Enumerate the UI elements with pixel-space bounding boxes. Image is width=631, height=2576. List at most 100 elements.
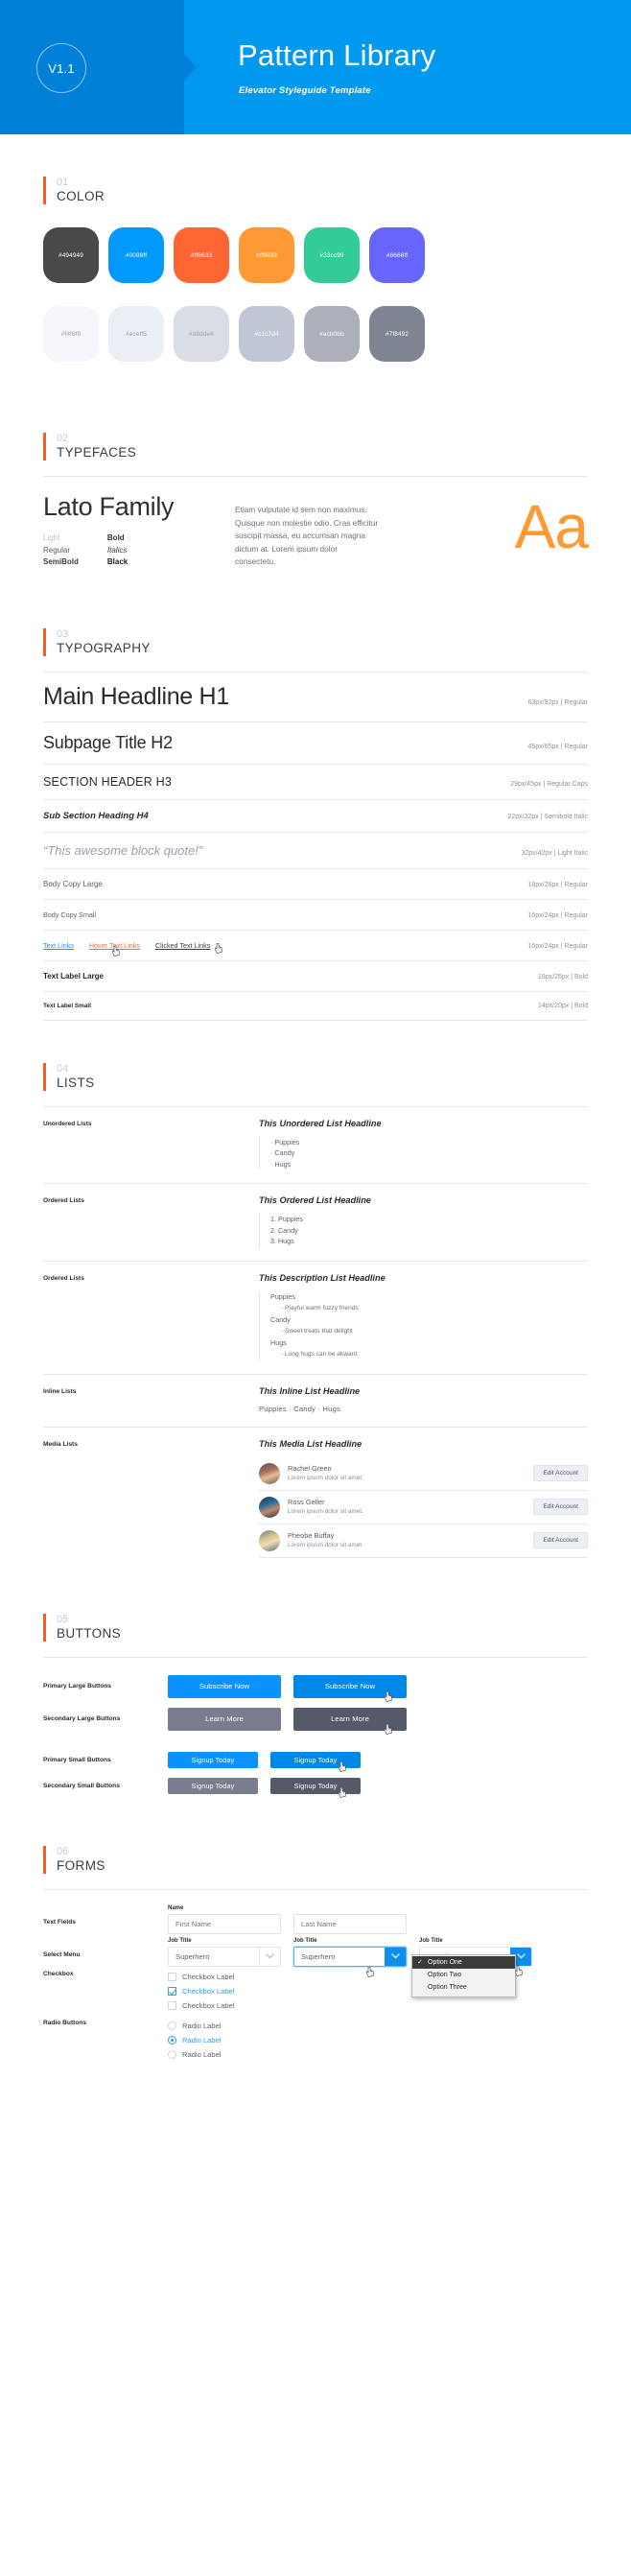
typography-sample: Body Copy Large (43, 879, 103, 888)
form-row-text-fields: Text Fields Name (43, 1888, 588, 1934)
section-typefaces: 02 TYPEFACES Lato Family Light Regular S… (43, 390, 589, 586)
dropdown-option-two[interactable]: Option Two (412, 1969, 515, 1981)
cursor-pointer-icon (384, 1723, 393, 1737)
list-row-label: Media Lists (43, 1440, 78, 1448)
list-item: 1. Puppies (270, 1215, 303, 1223)
form-row-select-menu: Select Menu Job Title Superhero Job Titl… (43, 1937, 588, 1997)
description-term: Puppies (270, 1291, 295, 1301)
dropdown-option-label: Option Two (428, 1971, 462, 1978)
list-row-body: This Ordered List Headline 1. Puppies 2.… (259, 1195, 588, 1247)
avatar (259, 1529, 280, 1551)
list-row-media: Media Lists This Media List Headline Rac… (43, 1426, 588, 1572)
radio-item[interactable]: Radio Label (168, 2035, 222, 2044)
avatar (259, 1496, 280, 1518)
button-secondary-hover[interactable]: Learn More (293, 1707, 407, 1735)
color-swatch: #acb0bb (304, 306, 360, 362)
cursor-pointer-icon (338, 1786, 347, 1800)
button-primary-default[interactable]: Signup Today (168, 1751, 258, 1768)
section-heading-color: 01 COLOR (43, 177, 588, 204)
button-primary-hover[interactable]: Signup Today (270, 1751, 361, 1772)
edit-account-button[interactable]: Edit Account (533, 1465, 588, 1481)
avatar (259, 1462, 280, 1484)
form-row-label: Text Fields (43, 1918, 76, 1926)
color-swatch: #ff9933 (239, 227, 294, 283)
typography-sample: Sub Section Heading H4 (43, 810, 149, 821)
button-secondary-default[interactable]: Signup Today (168, 1777, 258, 1794)
button-secondary-hover[interactable]: Signup Today (270, 1777, 361, 1798)
button-sample-row: Primary Small Buttons Signup Today Signup … (43, 1751, 588, 1772)
first-name-input[interactable] (168, 1913, 281, 1934)
page-title: Pattern Library (238, 38, 436, 72)
checkbox-box[interactable] (168, 1986, 176, 1996)
color-swatch: #494949 (43, 227, 99, 283)
typography-sample: Text Label Small (43, 1002, 91, 1009)
radio-label: Radio Label (182, 2049, 222, 2059)
section-typography: 03 TYPOGRAPHY Main Headline H1 63px/92px … (43, 586, 588, 1021)
section-forms: 06 FORMS Text Fields Name Select Menu Jo… (43, 1804, 588, 2088)
radio-item[interactable]: Radio Label (168, 2049, 222, 2059)
button-row-label: Secondary Small Buttons (43, 1782, 120, 1789)
cursor-pointer-icon (384, 1690, 393, 1704)
button-label: Signup Today (293, 1781, 338, 1790)
edit-account-button[interactable]: Edit Account (533, 1532, 588, 1548)
list-headline: This Unordered List Headline (259, 1118, 382, 1128)
section-number: 06 (57, 1845, 69, 1857)
color-hex-label: #c1c7d4 (254, 330, 279, 338)
radio-item[interactable]: Radio Label (168, 2021, 222, 2030)
radio-box[interactable] (168, 2035, 176, 2044)
radio-label: Radio Label (182, 2021, 222, 2030)
checkbox-box[interactable] (168, 2000, 176, 2010)
weight-regular: Regular (43, 545, 71, 555)
media-item-name: Ross Geller (288, 1498, 325, 1506)
select-menu-default[interactable]: Superhero (168, 1946, 281, 1967)
select-dropdown-options[interactable]: ✓ Option One Option Two Option Three (411, 1953, 516, 1997)
color-hex-label: #eceff5 (126, 330, 147, 338)
dropdown-option-one[interactable]: ✓ Option One (412, 1955, 515, 1969)
text-link-clicked[interactable]: Clicked Text Links (155, 941, 210, 950)
list-item: · Hugs (270, 1159, 292, 1169)
media-list-item: Ross Geller Lorem ipsum dolor sit amet. Ed… (259, 1491, 588, 1524)
checkbox-box[interactable] (168, 1972, 176, 1981)
select-open-group: Job Title Superhero ✓ Option One Option … (411, 1938, 532, 1997)
radio-box[interactable] (168, 2049, 176, 2059)
typography-spec: 63px/92px | Regular (527, 698, 588, 706)
list-item: · Candy (270, 1148, 295, 1157)
dropdown-option-three[interactable]: Option Three (412, 1981, 515, 1994)
last-name-input[interactable] (293, 1913, 407, 1934)
cursor-pointer-icon-4 (514, 1964, 524, 1976)
radio-box[interactable] (168, 2021, 176, 2030)
section-heading-forms: 06 FORMS (43, 1845, 588, 1874)
checkbox-item[interactable]: Checkbox Label (168, 1986, 234, 1996)
typography-spec: 18px/26px | Bold (537, 973, 588, 981)
button-primary-default[interactable]: Subscribe Now (168, 1674, 281, 1698)
select-normal-group: Job Title Superhero (168, 1938, 281, 1967)
text-link-default[interactable]: Text Links (43, 941, 74, 950)
checkbox-item[interactable]: Checkbox Label (168, 1972, 234, 1981)
description-list: Puppies - Playful warm fuzzy friends Can… (259, 1290, 588, 1360)
section-title: BUTTONS (57, 1625, 122, 1641)
cursor-pointer-icon-3 (365, 1965, 375, 1977)
color-hex-label: #6666ff (386, 251, 409, 259)
list-row-body: This Unordered List Headline · Puppies ·… (259, 1119, 588, 1170)
typography-sample: SECTION HEADER H3 (43, 774, 172, 789)
typography-spec: 29px/45px | Regular Caps (510, 780, 588, 788)
edit-account-button[interactable]: Edit Account (533, 1499, 588, 1515)
checkbox-item[interactable]: Checkbox Label (168, 2000, 234, 2010)
button-secondary-default[interactable]: Learn More (168, 1707, 281, 1731)
list-row-label: Inline Lists (43, 1387, 77, 1395)
last-name-group (293, 1905, 407, 1934)
color-hex-label: #acb0bb (319, 330, 344, 338)
color-swatch: #eceff5 (108, 306, 164, 362)
description-term: Candy (270, 1314, 291, 1324)
select-menu-focused[interactable]: Superhero (293, 1946, 407, 1967)
section-number: 02 (57, 433, 69, 444)
dropdown-option-label: Option One (428, 1958, 462, 1966)
color-hex-label: #0099ff (125, 251, 148, 259)
weight-column-left: Light Regular SemiBold (43, 532, 79, 569)
button-primary-hover[interactable]: Subscribe Now (293, 1674, 407, 1702)
field-caption-job-title: Job Title (293, 1937, 317, 1944)
weight-bold: Bold (106, 533, 125, 542)
chevron-down-icon (385, 1947, 406, 1966)
typography-sample: Body Copy Small (43, 910, 97, 919)
typography-row: Subpage Title H2 45px/65px | Regular (43, 721, 588, 764)
